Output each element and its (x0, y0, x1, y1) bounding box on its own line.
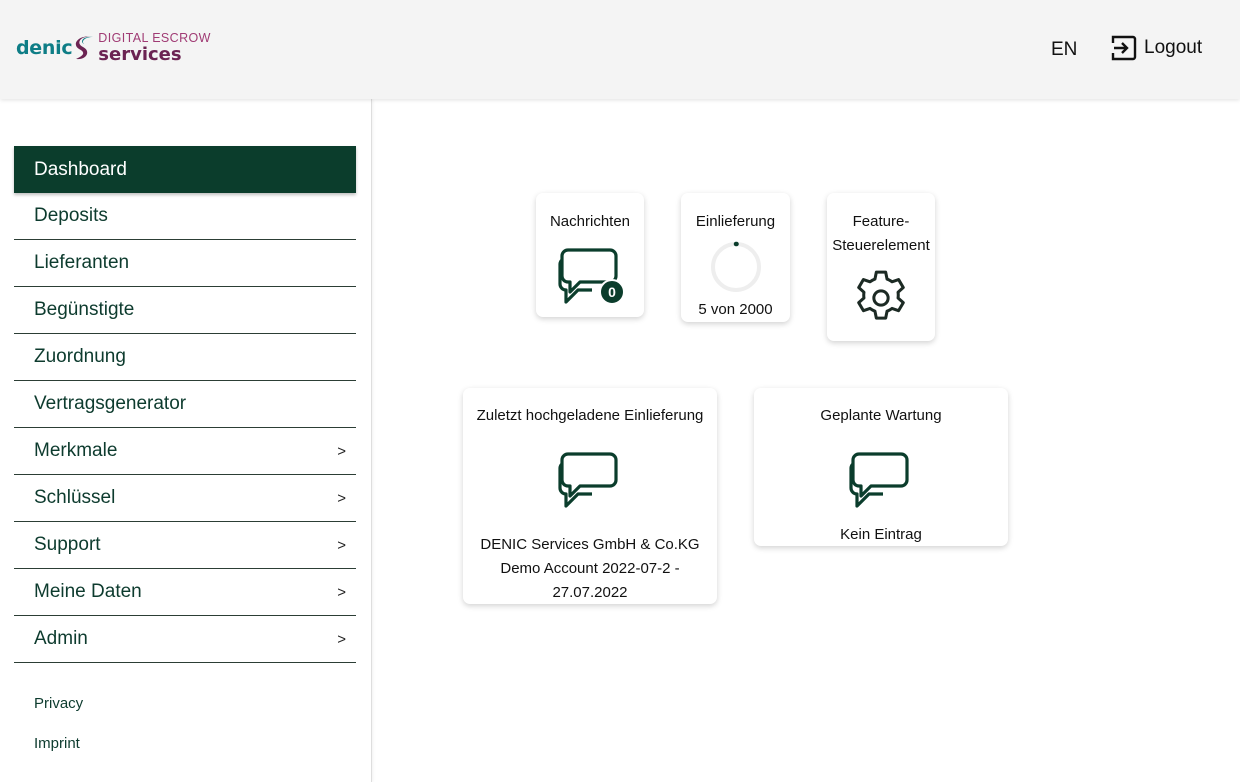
sidebar-item-dashboard[interactable]: Dashboard (14, 146, 356, 193)
sidebar-item-schluessel[interactable]: Schlüssel > (14, 475, 356, 522)
imprint-link[interactable]: Imprint (34, 735, 83, 752)
maintenance-status-text: Kein Eintrag (840, 526, 922, 543)
sidebar-item-beguenstigte[interactable]: Begünstigte (14, 287, 356, 334)
card-title-line1: Feature- (852, 213, 910, 230)
top-header: denic DIGITAL ESCROW services EN Logout (0, 0, 1240, 99)
sidebar-item-label: Support (34, 534, 101, 555)
chevron-right-icon: > (337, 630, 346, 648)
last-upload-line1: DENIC Services GmbH & Co.KG (480, 536, 700, 553)
chevron-right-icon: > (337, 536, 346, 554)
sidebar-item-merkmale[interactable]: Merkmale > (14, 428, 356, 475)
last-upload-details: DENIC Services GmbH & Co.KG Demo Account… (463, 533, 717, 605)
card-title: Zuletzt hochgeladene Einlieferung (476, 407, 704, 424)
chat-bubbles-icon (558, 452, 618, 508)
message-count-badge: 0 (599, 279, 625, 305)
sidebar-item-label: Deposits (34, 205, 108, 226)
sidebar-item-label: Lieferanten (34, 252, 130, 273)
sidebar: Dashboard Deposits Lieferanten Begünstig… (0, 99, 372, 782)
sidebar-item-label: Merkmale (34, 440, 118, 461)
logo-top-line: DIGITAL ESCROW (98, 31, 211, 45)
chevron-right-icon: > (337, 489, 346, 507)
chevron-right-icon: > (337, 442, 346, 460)
logout-icon (1111, 35, 1137, 61)
language-switch[interactable]: EN (1051, 39, 1077, 61)
sidebar-item-label: Vertragsgenerator (34, 393, 187, 414)
sidebar-item-label: Schlüssel (34, 487, 116, 508)
logo-brand-text: denic (16, 36, 73, 59)
sidebar-item-deposits[interactable]: Deposits (14, 193, 356, 240)
chat-bubbles-icon (849, 452, 909, 508)
privacy-link[interactable]: Privacy (34, 695, 83, 712)
gear-icon (857, 270, 905, 320)
sidebar-item-label: Zuordnung (34, 346, 126, 367)
delivery-progress-ring (710, 241, 762, 293)
logo-bottom-line: services (98, 43, 182, 65)
card-title: Geplante Wartung (820, 407, 942, 424)
sidebar-item-support[interactable]: Support > (14, 522, 356, 569)
last-upload-line3: 27.07.2022 (552, 584, 628, 601)
denic-logo[interactable]: denic DIGITAL ESCROW services (16, 32, 211, 64)
sidebar-item-lieferanten[interactable]: Lieferanten (14, 240, 356, 287)
card-title: Einlieferung (695, 213, 776, 230)
delivery-card[interactable]: Einlieferung 5 von 2000 (681, 193, 790, 322)
sidebar-item-admin[interactable]: Admin > (14, 616, 356, 663)
card-title-line2: Steuerelement (832, 237, 930, 254)
logout-button[interactable]: Logout (1111, 35, 1202, 61)
sidebar-item-label: Admin (34, 628, 88, 649)
sidebar-item-zuordnung[interactable]: Zuordnung (14, 334, 356, 381)
sidebar-nav: Dashboard Deposits Lieferanten Begünstig… (14, 146, 356, 663)
last-upload-line2: Demo Account 2022-07-2 - (500, 560, 680, 577)
last-upload-card[interactable]: Zuletzt hochgeladene Einlieferung DENIC … (463, 388, 717, 604)
sidebar-item-meine-daten[interactable]: Meine Daten > (14, 569, 356, 616)
logout-label: Logout (1144, 37, 1203, 58)
feature-control-card[interactable]: Feature- Steuerelement (827, 193, 935, 341)
sidebar-footer: Privacy Imprint (34, 695, 83, 775)
logo-swirl-icon (76, 36, 94, 59)
sidebar-item-label: Dashboard (34, 158, 127, 180)
messages-card[interactable]: Nachrichten 0 (536, 193, 644, 317)
delivery-status-text: 5 von 2000 (698, 301, 773, 318)
maintenance-card[interactable]: Geplante Wartung Kein Eintrag (754, 388, 1008, 546)
sidebar-item-vertragsgenerator[interactable]: Vertragsgenerator (14, 381, 356, 428)
sidebar-item-label: Begünstigte (34, 299, 135, 320)
chevron-right-icon: > (337, 583, 346, 601)
card-title: Nachrichten (549, 213, 631, 230)
sidebar-item-label: Meine Daten (34, 581, 142, 602)
